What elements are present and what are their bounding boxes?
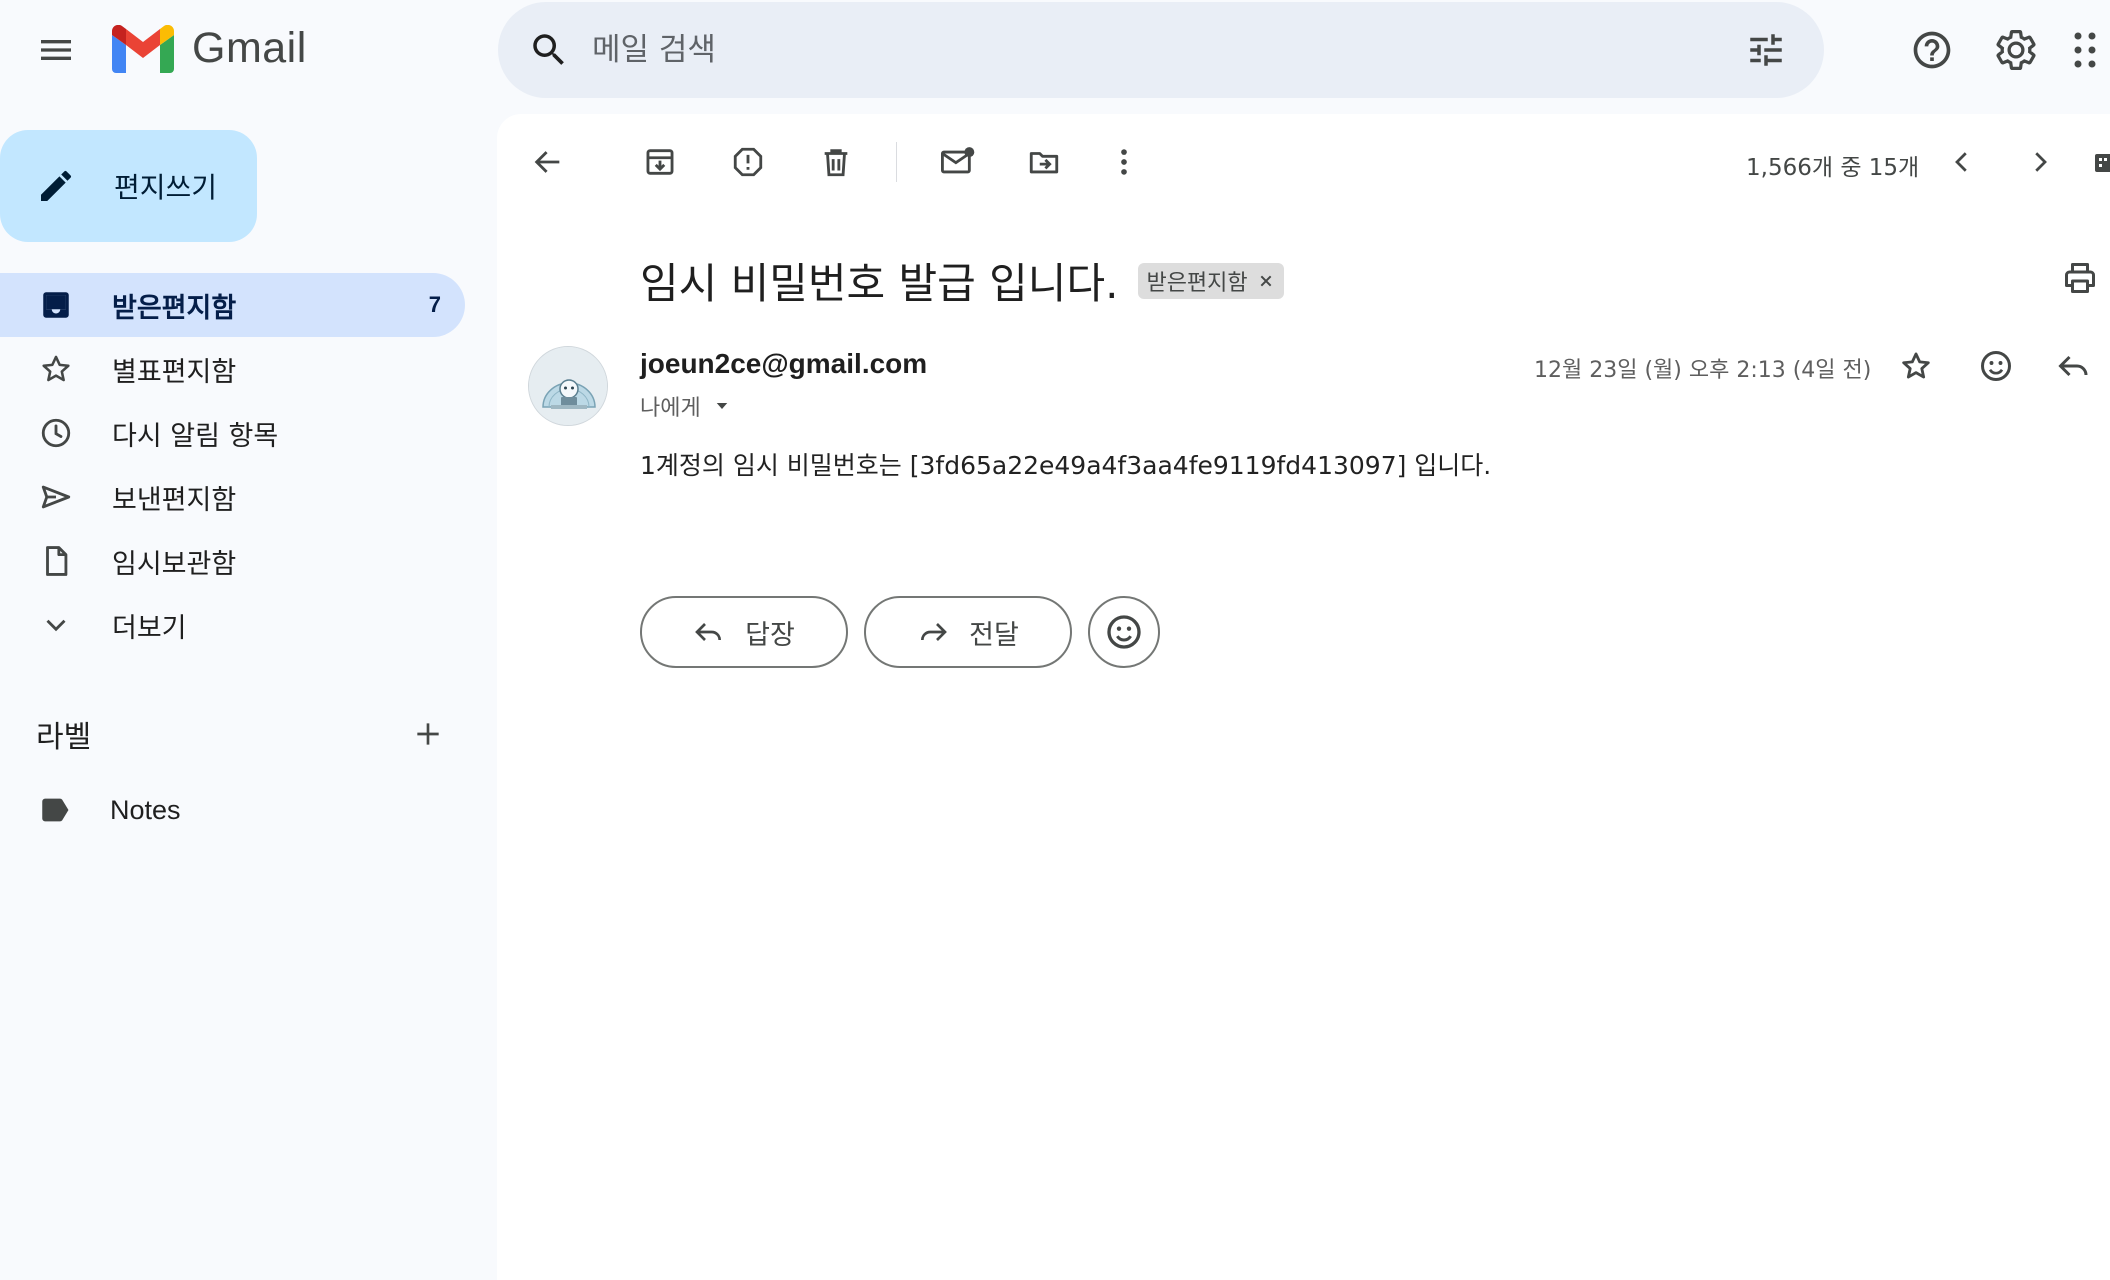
- tune-icon: [1750, 34, 1782, 66]
- sidebar-item-drafts[interactable]: 임시보관함: [0, 529, 465, 593]
- arrow-back-icon: [534, 151, 560, 173]
- move-to-icon: [1029, 152, 1059, 174]
- mark-unread-button[interactable]: [930, 134, 986, 190]
- sidebar-item-label: 받은편지함: [112, 292, 237, 324]
- sidebar-item-sent[interactable]: 보낸편지함: [0, 465, 465, 529]
- gmail-logo[interactable]: Gmail: [112, 24, 307, 73]
- sidebar-item-inbox[interactable]: 받은편지함 7: [0, 273, 465, 337]
- emoji-icon: [1107, 615, 1141, 649]
- inbox-label-chip: 받은편지함: [1138, 262, 1284, 299]
- recipient-text: 나에게: [640, 396, 701, 421]
- forward-button[interactable]: 전달: [864, 596, 1072, 668]
- archive-button[interactable]: [632, 134, 688, 190]
- search-icon[interactable]: [528, 29, 570, 71]
- older-button[interactable]: [2012, 134, 2068, 190]
- sidebar-label-notes[interactable]: Notes: [38, 790, 181, 830]
- sidebar-item-more[interactable]: 더보기: [0, 593, 465, 657]
- sidebar-item-label: 다시 알림 항목: [112, 420, 279, 452]
- forward-label: 전달: [969, 619, 1019, 651]
- chevron-left-icon: [1955, 152, 1967, 172]
- chevron-right-icon: [2035, 152, 2047, 172]
- gmail-wordmark: Gmail: [192, 24, 307, 72]
- search-input[interactable]: [592, 32, 1738, 68]
- dropdown-arrow-icon: [716, 403, 727, 409]
- compose-label: 편지쓰기: [114, 171, 218, 204]
- menu-icon: [41, 40, 71, 60]
- reply-button[interactable]: 답장: [640, 596, 848, 668]
- emoji-reaction-button[interactable]: [1088, 596, 1160, 668]
- print-button[interactable]: [2052, 250, 2108, 306]
- clock-icon: [41, 418, 71, 448]
- sender-avatar[interactable]: [528, 346, 608, 426]
- sidebar-item-starred[interactable]: 별표편지함: [0, 337, 465, 401]
- keyboard-icon: [2095, 154, 2110, 172]
- back-button[interactable]: [520, 134, 576, 190]
- star-icon: [42, 355, 70, 382]
- report-icon: [733, 147, 763, 177]
- star-button[interactable]: [1888, 338, 1944, 394]
- move-to-button[interactable]: [1016, 134, 1072, 190]
- input-tools-button[interactable]: [2094, 152, 2110, 174]
- recipient-details[interactable]: 나에게: [640, 390, 731, 422]
- unread-count: 7: [428, 292, 441, 317]
- chevron-down-icon: [46, 619, 66, 632]
- more-options-button[interactable]: [1096, 134, 1152, 190]
- newer-button[interactable]: [1934, 134, 1990, 190]
- delete-button[interactable]: [808, 134, 864, 190]
- star-outline-icon: [1902, 352, 1930, 379]
- close-icon[interactable]: [1258, 273, 1274, 289]
- inbox-icon: [43, 292, 69, 318]
- sidebar-item-label: 더보기: [112, 612, 187, 644]
- help-icon: [1913, 31, 1951, 69]
- pager-count: 1,566개 중 15개: [1746, 155, 1920, 181]
- archive-icon: [646, 149, 674, 175]
- compose-button[interactable]: 편지쓰기: [0, 130, 257, 242]
- apps-grid-icon: [2074, 32, 2096, 68]
- settings-button[interactable]: [1988, 22, 2044, 78]
- mark-unread-icon: [941, 147, 975, 174]
- sidebar-item-label: 임시보관함: [112, 548, 237, 580]
- trash-icon: [824, 149, 848, 177]
- gmail-m-icon: [112, 24, 174, 73]
- email-body: 1계정의 임시 비밀번호는 [3fd65a22e49a4f3aa4fe9119f…: [640, 451, 1492, 480]
- pencil-icon: [41, 170, 72, 201]
- help-button[interactable]: [1904, 22, 1960, 78]
- sender-email[interactable]: joeun2ce@gmail.com: [640, 348, 927, 380]
- search-options-button[interactable]: [1738, 22, 1794, 78]
- reply-icon: [695, 623, 722, 641]
- add-reaction-button[interactable]: [1968, 338, 2024, 394]
- main-menu-button[interactable]: [28, 22, 84, 78]
- apps-button[interactable]: [2070, 22, 2110, 78]
- labels-heading: 라벨: [36, 720, 92, 755]
- plus-icon: [417, 723, 439, 745]
- reply-label: 답장: [745, 619, 795, 651]
- send-icon: [41, 485, 71, 509]
- emoji-icon: [1981, 351, 2011, 381]
- report-spam-button[interactable]: [720, 134, 776, 190]
- subject-row: 임시 비밀번호 발급 입니다. 받은편지함: [640, 250, 1284, 311]
- sidebar-nav: 받은편지함 7 별표편지함 다시 알림 항목 보낸편지함 임시보관함 더보기: [0, 273, 465, 657]
- sidebar-item-label: 별표편지함: [112, 356, 237, 388]
- forward-icon: [921, 623, 948, 641]
- avatar-image-icon: [529, 347, 607, 425]
- label-chip-text: 받은편지함: [1146, 270, 1248, 296]
- label-name: Notes: [110, 794, 181, 825]
- print-icon: [2065, 263, 2095, 293]
- gear-icon: [1996, 29, 2036, 71]
- toolbar-divider: [896, 142, 897, 182]
- add-label-button[interactable]: [400, 712, 456, 756]
- sidebar-item-snoozed[interactable]: 다시 알림 항목: [0, 401, 465, 465]
- file-icon: [46, 546, 68, 576]
- email-date: 12월 23일 (월) 오후 2:13 (4일 전): [1534, 358, 1872, 383]
- email-subject: 임시 비밀번호 발급 입니다.: [640, 259, 1119, 308]
- sidebar-item-label: 보낸편지함: [112, 484, 237, 516]
- label-icon: [42, 798, 69, 822]
- reply-icon: [2058, 355, 2088, 377]
- reply-icon-button[interactable]: [2046, 338, 2102, 394]
- search-bar[interactable]: [498, 2, 1824, 98]
- more-vert-icon: [1121, 149, 1127, 175]
